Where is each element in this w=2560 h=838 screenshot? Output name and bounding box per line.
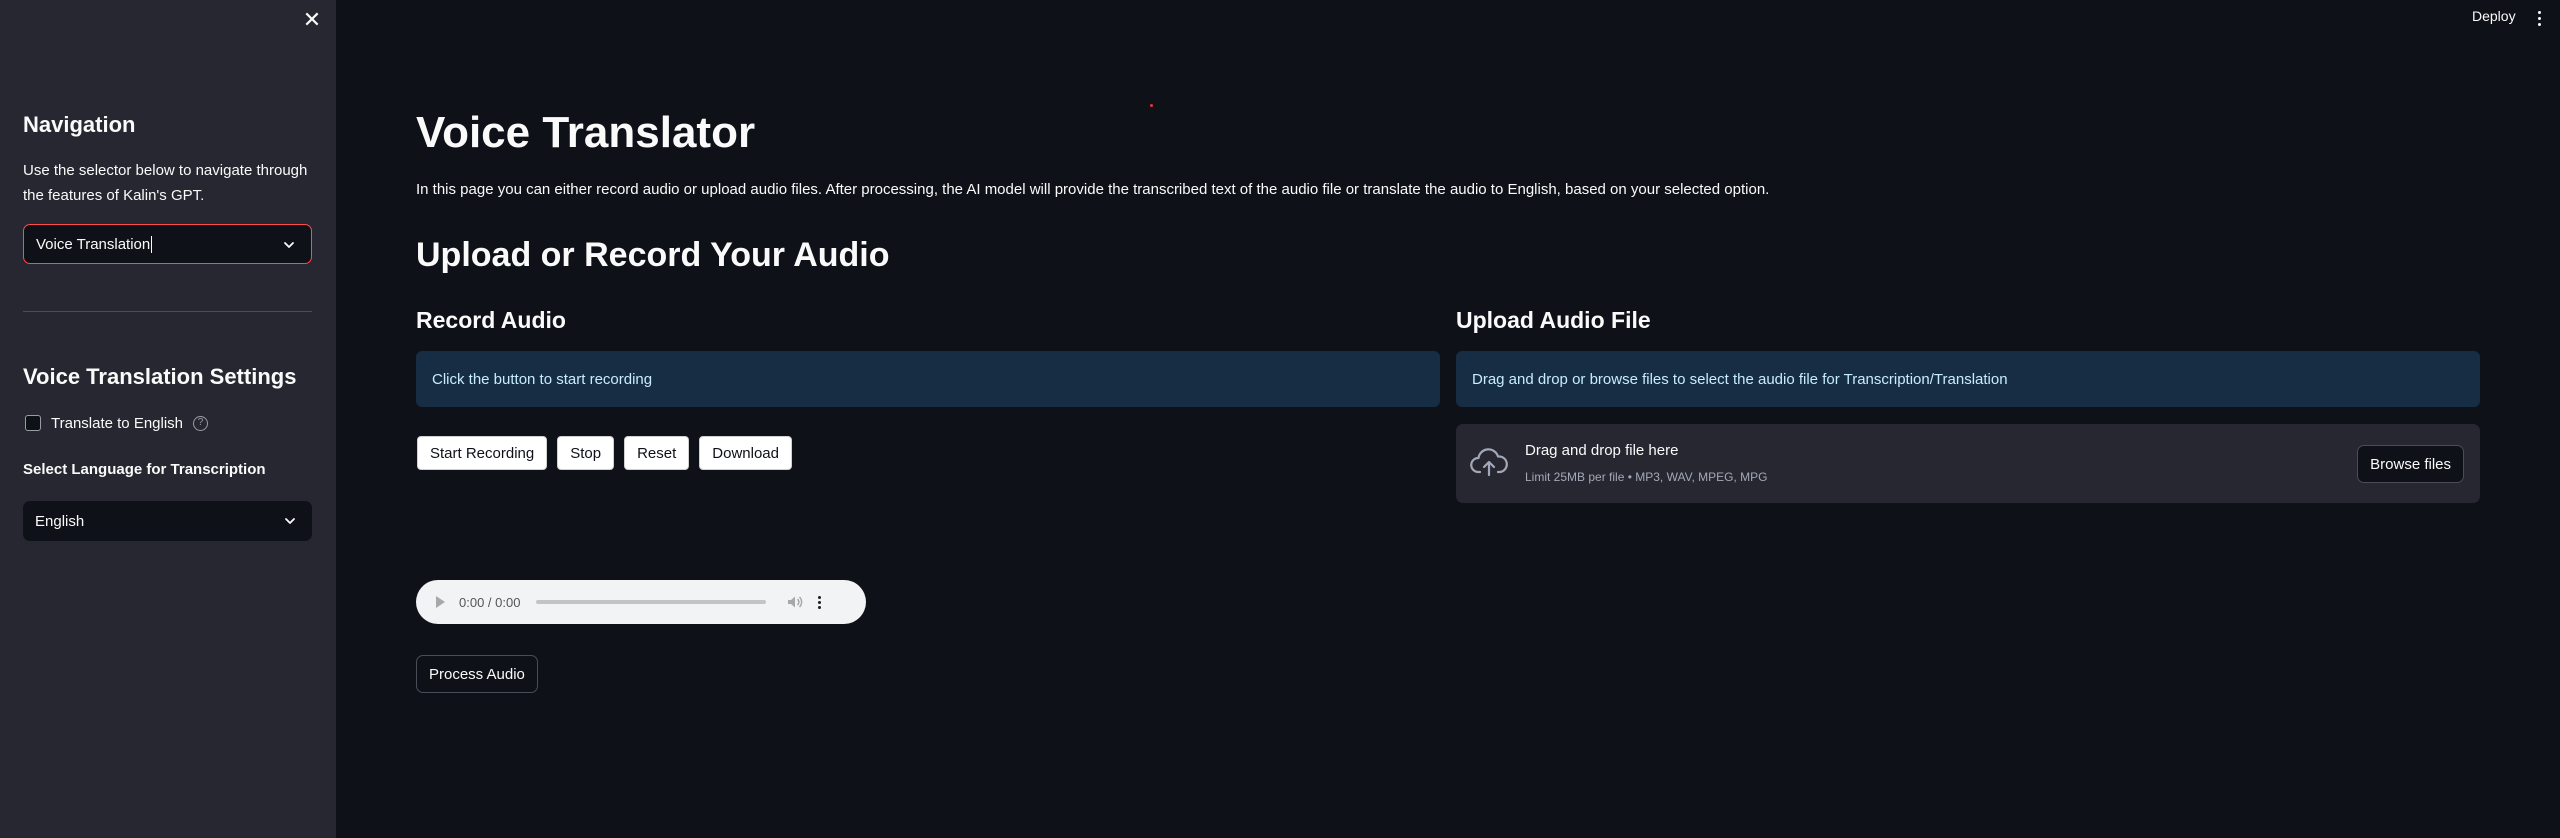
navigation-title: Navigation: [23, 112, 136, 137]
dropzone-title: Drag and drop file here: [1525, 442, 1679, 459]
more-vertical-icon[interactable]: [2534, 6, 2544, 30]
stop-button[interactable]: Stop: [557, 436, 615, 470]
volume-icon[interactable]: [786, 593, 804, 611]
start-recording-button[interactable]: Start Recording: [417, 436, 548, 470]
record-audio-title: Record Audio: [416, 307, 566, 333]
language-select[interactable]: English: [23, 501, 312, 541]
audio-player: 0:00 / 0:00: [416, 580, 866, 624]
audio-progress-bar[interactable]: [536, 600, 767, 604]
chevron-down-icon: [284, 242, 294, 248]
translate-to-english-checkbox[interactable]: [25, 415, 41, 431]
record-info-box: Click the button to start recording: [416, 351, 1440, 407]
upload-info-box: Drag and drop or browse files to select …: [1456, 351, 2480, 407]
navigation-description-line: the features of Kalin's GPT.: [23, 187, 205, 204]
upload-audio-title: Upload Audio File: [1456, 307, 1651, 333]
sidebar: ✕ Navigation Use the selector below to n…: [0, 0, 336, 838]
cloud-upload-icon: [1470, 448, 1508, 477]
translate-to-english-label: Translate to English: [51, 414, 184, 432]
record-info-text: Click the button to start recording: [432, 370, 653, 388]
reset-button[interactable]: Reset: [624, 436, 690, 470]
help-icon[interactable]: ?: [193, 415, 209, 431]
deploy-button[interactable]: Deploy: [2472, 8, 2516, 24]
navigation-description: Use the selector below to navigate throu…: [23, 158, 323, 208]
navigation-select[interactable]: Voice Translation: [23, 224, 312, 264]
file-dropzone[interactable]: Drag and drop file here Limit 25MB per f…: [1456, 424, 2480, 503]
browse-files-button[interactable]: Browse files: [2357, 445, 2464, 483]
record-button-row: Start Recording Stop Reset Download: [417, 436, 792, 470]
status-dot: [1150, 104, 1153, 107]
process-audio-button[interactable]: Process Audio: [416, 655, 538, 693]
dropzone-limit: Limit 25MB per file • MP3, WAV, MPEG, MP…: [1525, 470, 1768, 484]
close-icon[interactable]: ✕: [300, 8, 324, 32]
page-title: Voice Translator: [416, 108, 756, 157]
play-icon[interactable]: [436, 596, 445, 608]
voice-translation-settings-title: Voice Translation Settings: [23, 364, 297, 389]
app-root: ✕ Navigation Use the selector below to n…: [0, 0, 2560, 838]
chevron-down-icon: [285, 518, 295, 524]
navigation-select-value: Voice Translation: [36, 235, 151, 253]
navigation-description-line: Use the selector below to navigate throu…: [23, 162, 308, 179]
sidebar-divider: [23, 311, 312, 312]
language-select-label: Select Language for Transcription: [23, 461, 266, 478]
text-cursor: [151, 235, 153, 253]
more-options-icon[interactable]: [814, 593, 824, 611]
upload-info-text: Drag and drop or browse files to select …: [1472, 370, 2008, 388]
download-button[interactable]: Download: [699, 436, 792, 470]
language-select-value: English: [35, 512, 85, 530]
page-description: In this page you can either record audio…: [416, 181, 1770, 198]
section-title: Upload or Record Your Audio: [416, 236, 890, 274]
audio-time: 0:00 / 0:00: [459, 594, 521, 610]
translate-to-english-row: Translate to English ?: [25, 412, 209, 434]
